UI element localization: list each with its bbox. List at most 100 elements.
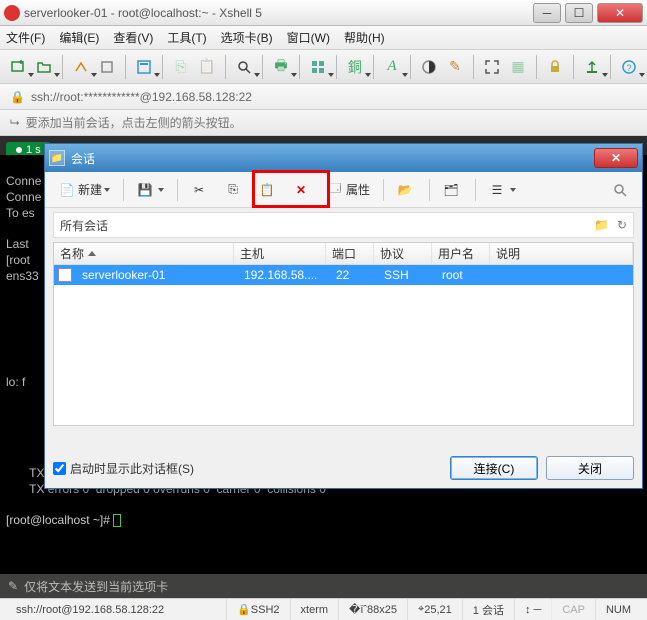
add-session-arrow-icon[interactable]: ⮡ bbox=[10, 115, 20, 130]
status-num: NUM bbox=[595, 599, 641, 620]
menu-window[interactable]: 窗口(W) bbox=[287, 29, 330, 46]
upload-icon[interactable] bbox=[580, 55, 604, 79]
copy-icon[interactable]: ⎘ bbox=[169, 55, 193, 79]
dlg-save-icon[interactable]: 💾 bbox=[131, 177, 170, 203]
col-desc[interactable]: 说明 bbox=[490, 243, 633, 264]
dlg-properties-button[interactable]: 🗔属性 bbox=[321, 177, 376, 203]
separator bbox=[162, 55, 163, 79]
col-name[interactable]: 名称 bbox=[54, 243, 234, 264]
separator bbox=[62, 55, 63, 79]
layout-icon[interactable] bbox=[306, 55, 330, 79]
col-host[interactable]: 主机 bbox=[234, 243, 326, 264]
separator bbox=[225, 55, 226, 79]
dlg-path-bar[interactable]: 所有会话 📁 ↻ bbox=[53, 212, 634, 238]
cell-name: serverlooker-01 bbox=[76, 268, 238, 282]
maximize-button[interactable]: ☐ bbox=[565, 3, 593, 23]
lowerbar-text: 仅将文本发送到当前选项卡 bbox=[24, 578, 168, 595]
dlg-view-icon[interactable]: 🗂 bbox=[437, 177, 468, 203]
window-title: serverlooker-01 - root@localhost:~ - Xsh… bbox=[24, 6, 533, 20]
hint-text: 要添加当前会话，点击左侧的箭头按钮。 bbox=[26, 114, 242, 131]
dlg-newfolder-icon[interactable]: 📁 bbox=[594, 218, 609, 232]
status-sessions: 1 会话 bbox=[462, 599, 514, 620]
connect-button[interactable]: 连接(C) bbox=[450, 456, 538, 480]
status-protocol: 🔒 SSH2 bbox=[226, 599, 289, 620]
print-icon[interactable]: 🖶 bbox=[269, 55, 293, 79]
sessions-dialog: 📁 会话 ✕ 📄新建 💾 ✂ ⎘ 📋 ✕ 🗔属性 📂 🗂 ☰ 所有会话 📁 ↻ … bbox=[44, 143, 643, 489]
separator bbox=[610, 55, 611, 79]
lock-icon[interactable] bbox=[543, 55, 567, 79]
properties-icon[interactable] bbox=[132, 55, 156, 79]
color-icon[interactable] bbox=[417, 55, 441, 79]
menu-tabs[interactable]: 选项卡(B) bbox=[221, 29, 273, 46]
show-on-startup-input[interactable] bbox=[53, 462, 66, 475]
minimize-button[interactable]: ─ bbox=[533, 3, 561, 23]
separator bbox=[383, 179, 384, 201]
separator bbox=[336, 55, 337, 79]
col-user[interactable]: 用户名 bbox=[432, 243, 490, 264]
highlight-icon[interactable]: ✎ bbox=[443, 55, 467, 79]
svg-text:?: ? bbox=[626, 63, 631, 73]
dlg-folder-icon[interactable]: 📂 bbox=[391, 177, 422, 203]
sessions-list: 名称 主机 端口 协议 用户名 说明 serverlooker-01 192.1… bbox=[53, 242, 634, 426]
session-row[interactable]: serverlooker-01 192.168.58.... 22 SSH ro… bbox=[54, 265, 633, 285]
status-cap: CAP bbox=[551, 599, 595, 620]
separator bbox=[429, 179, 430, 201]
cell-host: 192.168.58.... bbox=[238, 268, 330, 282]
menu-tools[interactable]: 工具(T) bbox=[167, 29, 206, 46]
col-port[interactable]: 端口 bbox=[326, 243, 374, 264]
font-icon[interactable]: A bbox=[380, 55, 404, 79]
dlg-copy-icon[interactable]: ⎘ bbox=[219, 177, 250, 203]
cell-port: 22 bbox=[330, 268, 378, 282]
status-size: �īˆ 88x25 bbox=[338, 599, 407, 620]
dlg-refresh-icon[interactable]: ↻ bbox=[617, 218, 627, 232]
tab-status-dot-icon bbox=[16, 147, 22, 153]
status-term: xterm bbox=[290, 599, 339, 620]
separator bbox=[536, 55, 537, 79]
dlg-delete-icon[interactable]: ✕ bbox=[287, 177, 318, 203]
separator bbox=[373, 55, 374, 79]
dlg-cut-icon[interactable]: ✂ bbox=[185, 177, 216, 203]
open-icon[interactable] bbox=[32, 55, 56, 79]
show-on-startup-checkbox[interactable]: 启动时显示此对话框(S) bbox=[53, 460, 194, 477]
menu-file[interactable]: 文件(F) bbox=[6, 29, 45, 46]
dialog-close-button[interactable]: ✕ bbox=[594, 148, 638, 168]
lock-small-icon: 🔒 bbox=[10, 90, 25, 104]
col-protocol[interactable]: 协议 bbox=[374, 243, 432, 264]
separator bbox=[473, 55, 474, 79]
send-text-icon[interactable]: ✎ bbox=[8, 579, 18, 593]
close-button[interactable]: 关闭 bbox=[546, 456, 634, 480]
separator bbox=[123, 179, 124, 201]
dialog-icon: 📁 bbox=[49, 150, 65, 166]
help-icon[interactable]: ? bbox=[617, 55, 641, 79]
menu-edit[interactable]: 编辑(E) bbox=[59, 29, 99, 46]
separator bbox=[573, 55, 574, 79]
fullscreen-icon[interactable] bbox=[480, 55, 504, 79]
session-icon bbox=[58, 268, 72, 282]
dlg-new-button[interactable]: 📄新建 bbox=[53, 177, 116, 203]
cell-protocol: SSH bbox=[378, 268, 436, 282]
dlg-paste-icon[interactable]: 📋 bbox=[253, 177, 284, 203]
reconnect-icon[interactable] bbox=[69, 55, 93, 79]
separator bbox=[125, 55, 126, 79]
find-icon[interactable] bbox=[232, 55, 256, 79]
menu-help[interactable]: 帮助(H) bbox=[344, 29, 385, 46]
separator bbox=[262, 55, 263, 79]
separator bbox=[299, 55, 300, 79]
dlg-search-icon[interactable] bbox=[606, 177, 634, 203]
menu-view[interactable]: 查看(V) bbox=[113, 29, 153, 46]
sort-asc-icon bbox=[88, 251, 96, 256]
separator bbox=[177, 179, 178, 201]
transparency-icon[interactable]: ▦ bbox=[506, 55, 530, 79]
terminal-prompt: [root@localhost ~]# bbox=[6, 513, 113, 527]
new-session-icon[interactable] bbox=[6, 55, 30, 79]
separator bbox=[410, 55, 411, 79]
window-close-button[interactable]: ✕ bbox=[597, 3, 643, 23]
status-updown-icon: ↕ ─ bbox=[514, 599, 551, 620]
paste-icon[interactable]: 📋 bbox=[195, 55, 219, 79]
address-text[interactable]: ssh://root:************@192.168.58.128:2… bbox=[31, 90, 252, 104]
app-icon bbox=[4, 5, 20, 21]
encoding-icon[interactable]: 銅 bbox=[343, 55, 367, 79]
dlg-list-icon[interactable]: ☰ bbox=[483, 177, 522, 203]
terminal-cursor bbox=[113, 514, 121, 527]
disconnect-icon[interactable] bbox=[95, 55, 119, 79]
